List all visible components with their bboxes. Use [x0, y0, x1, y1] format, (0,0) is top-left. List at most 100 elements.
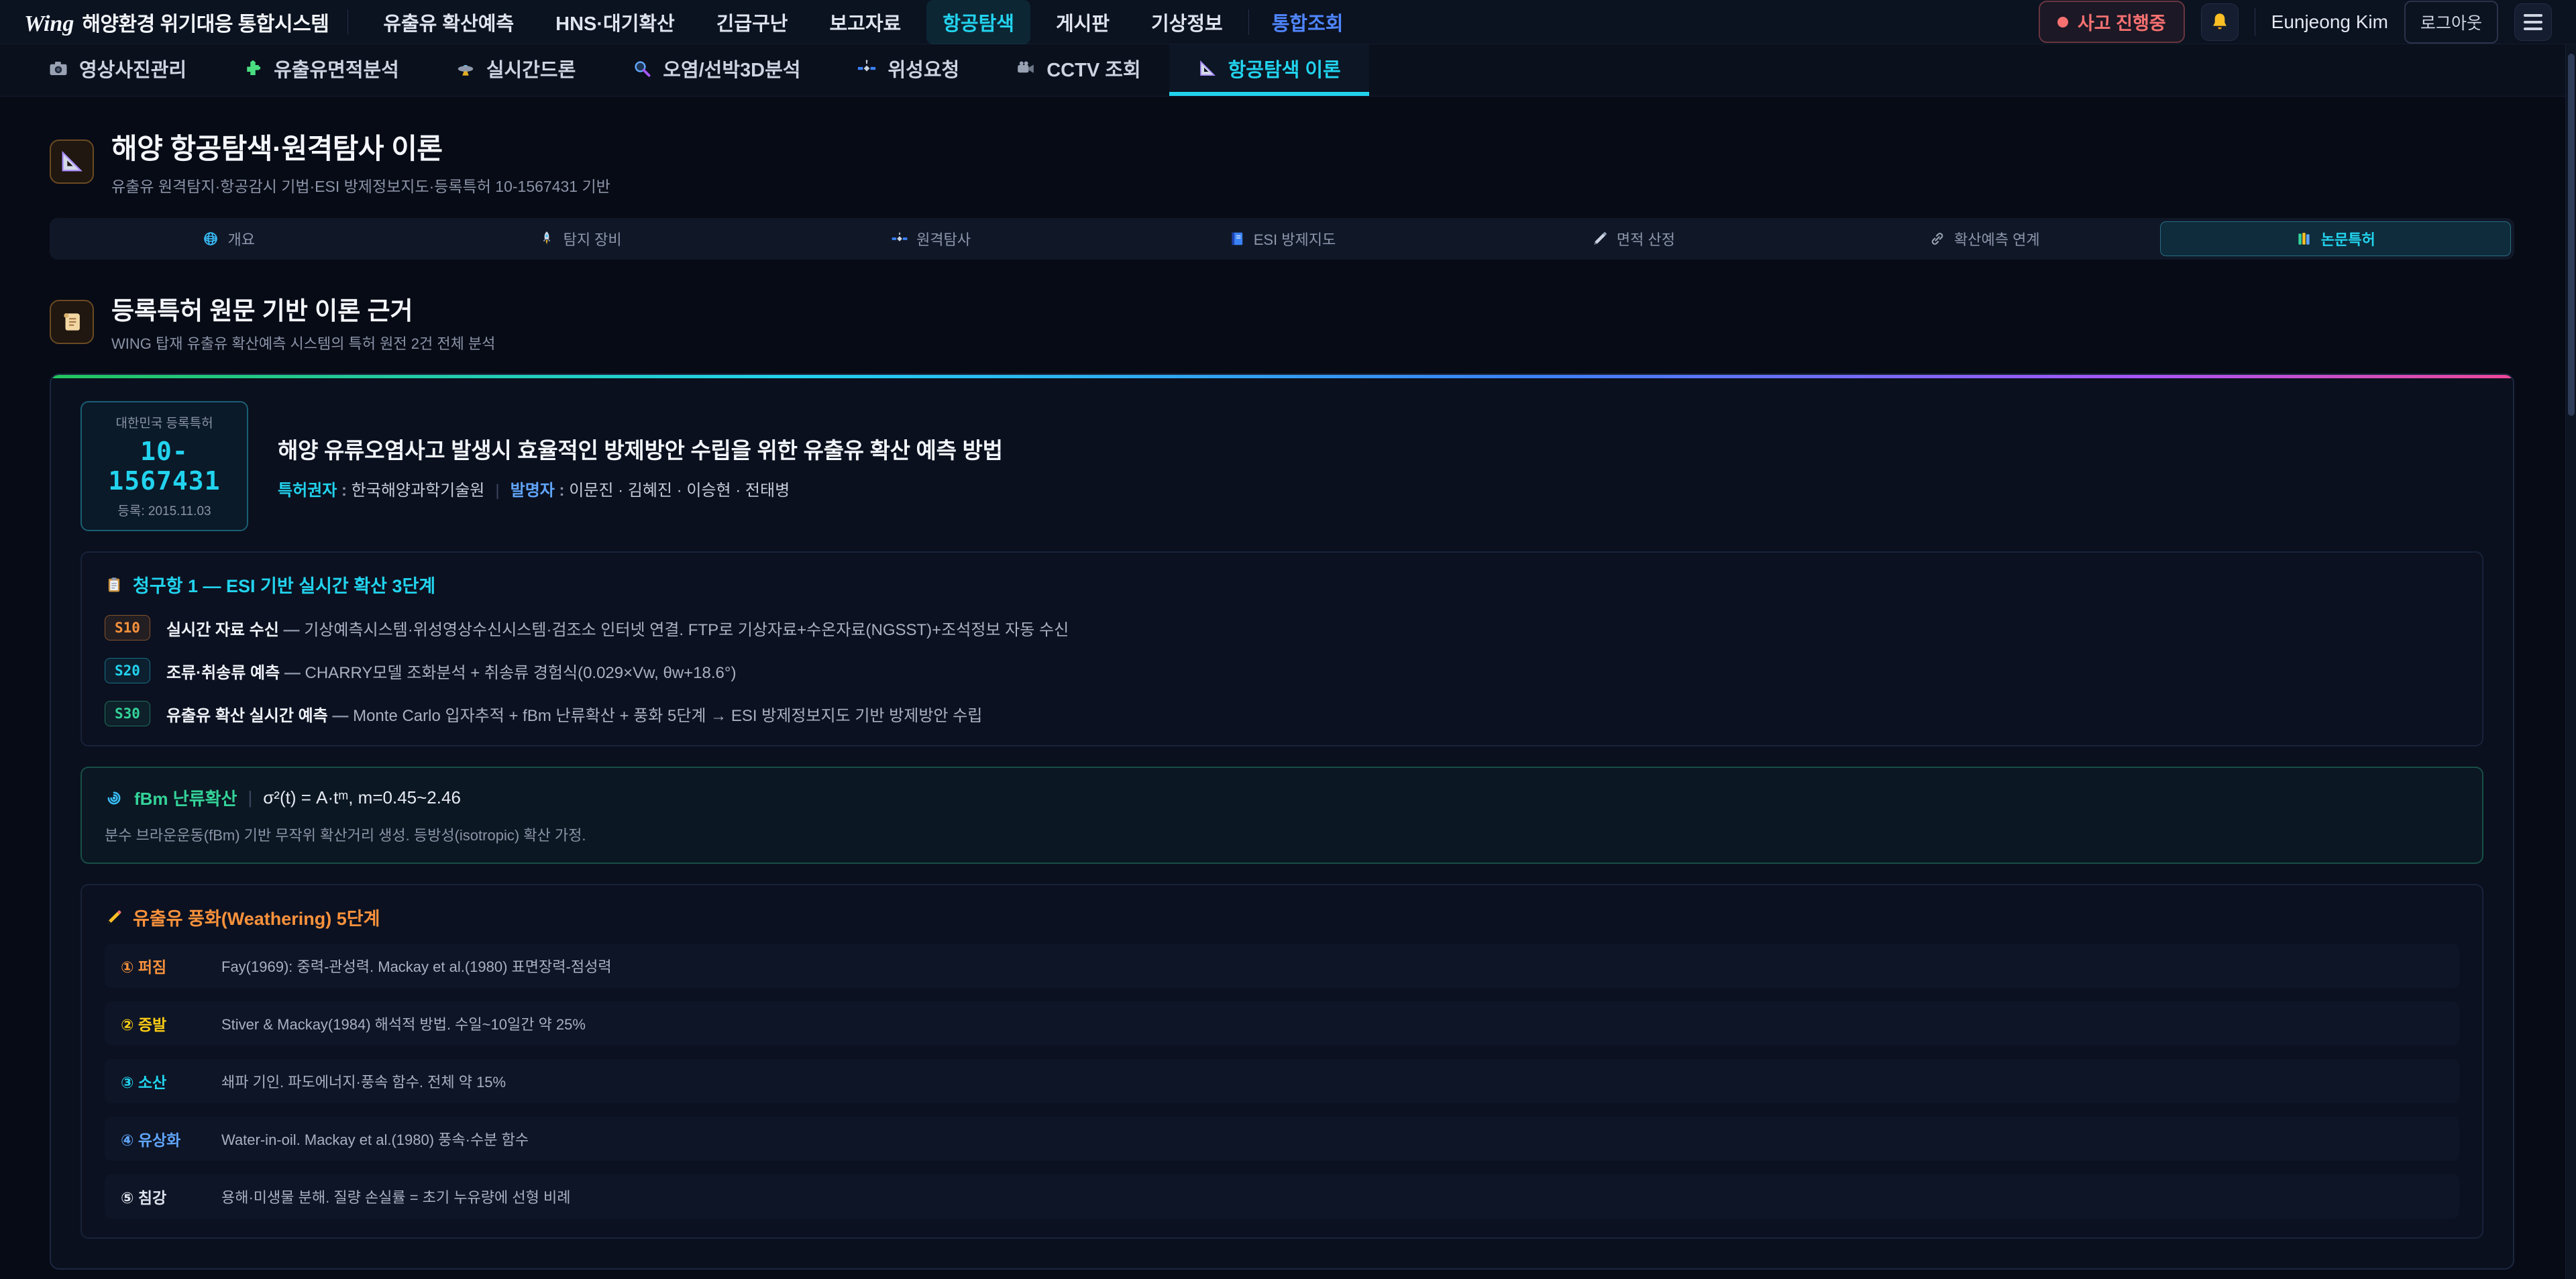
topnav-right: 사고 진행중 Eunjeong Kim 로그아웃: [2039, 1, 2552, 44]
section-subtitle: WING 탑재 유출유 확산예측 시스템의 특허 원전 2건 전체 분석: [111, 332, 495, 353]
divider: [347, 9, 348, 35]
hamburger-menu-button[interactable]: [2514, 3, 2552, 41]
link-icon: [1929, 230, 1946, 247]
page-scrollbar[interactable]: [2565, 44, 2576, 1279]
magnifier-icon: [632, 58, 652, 78]
inventors-label: 발명자: [511, 482, 570, 500]
books-icon: [2296, 230, 2313, 247]
patent-number-badge: 대한민국 등록특허 10-1567431 등록: 2015.11.03: [80, 401, 248, 531]
patent-number: 10-1567431: [89, 437, 240, 496]
hamburger-icon: [2524, 14, 2542, 17]
fbm-formula: σ²(t) = A·tᵐ, m=0.45~2.46: [263, 787, 461, 808]
subnav-cctv-view[interactable]: CCTV 조회: [987, 44, 1169, 96]
owner-value: 한국해양과학기술원: [352, 482, 485, 500]
app-title: 해양환경 위기대응 통합시스템: [82, 7, 329, 37]
clipboard-icon: [105, 575, 123, 594]
subnav-image-photo-mgmt[interactable]: 영상사진관리: [20, 44, 215, 96]
set-square-icon: [1197, 58, 1218, 78]
patent-title: 해양 유류오염사고 발생시 효율적인 방제방안 수립을 위한 유출유 확산 예측…: [278, 433, 1003, 465]
weathering-row: ④ 유상화 Water-in-oil. Mackay et al.(1980) …: [105, 1117, 2459, 1161]
incident-dot-icon: [2057, 17, 2068, 27]
logout-button[interactable]: 로그아웃: [2404, 1, 2498, 44]
menu-reports[interactable]: 보고자료: [813, 0, 917, 44]
section-title: 등록특허 원문 기반 이론 근거: [111, 290, 495, 327]
step-badge: S10: [105, 615, 150, 641]
tab-remote-sensing[interactable]: 원격탐사: [755, 221, 1106, 256]
logo-wing-mark: Wing: [24, 11, 74, 37]
fbm-description: 분수 브라운운동(fBm) 기반 무작위 확산거리 생성. 등방성(isotro…: [105, 824, 2459, 845]
menu-oil-spill-forecast[interactable]: 유출유 확산예측: [367, 0, 530, 44]
weathering-row: ① 퍼짐 Fay(1969): 중력-관성력. Mackay et al.(19…: [105, 944, 2459, 988]
set-square-icon: [58, 148, 85, 175]
patent-header: 대한민국 등록특허 10-1567431 등록: 2015.11.03 해양 유…: [80, 401, 2483, 531]
section-header: 등록특허 원문 기반 이론 근거 WING 탑재 유출유 확산예측 시스템의 특…: [50, 290, 2514, 353]
menu-weather-info[interactable]: 기상정보: [1135, 0, 1239, 44]
book-icon: [1228, 230, 1246, 247]
owner-label: 특허권자: [278, 482, 352, 500]
camcorder-icon: [1016, 58, 1036, 78]
menu-integrated-search[interactable]: 통합조회: [1258, 0, 1357, 44]
tab-esi-map[interactable]: ESI 방제지도: [1106, 221, 1457, 256]
camera-icon: [48, 58, 68, 78]
pencil-icon: [1591, 230, 1609, 247]
bell-icon: [2208, 11, 2231, 34]
user-name: Eunjeong Kim: [2271, 11, 2388, 33]
scroll-icon: [59, 309, 85, 335]
weathering-row: ⑤ 침강 용해·미생물 분해. 질량 손실률 = 초기 누유량에 선형 비례: [105, 1174, 2459, 1219]
weathering-row: ③ 소산 쇄파 기인. 파도에너지·풍속 함수. 전체 약 15%: [105, 1059, 2459, 1103]
page-icon-box: [50, 140, 94, 184]
top-navigation: Wing 해양환경 위기대응 통합시스템 유출유 확산예측 HNS·대기확산 긴…: [0, 0, 2576, 44]
subnav-pollution-ship-3d[interactable]: 오염/선박3D분석: [604, 44, 828, 96]
drone-ufo-icon: [455, 58, 476, 78]
tab-area-calculation[interactable]: 면적 산정: [1458, 221, 1809, 256]
fbm-title: fBm 난류확산: [134, 785, 237, 810]
tab-diffusion-link[interactable]: 확산예측 연계: [1809, 221, 2159, 256]
weathering-title: 유출유 풍화(Weathering) 5단계: [133, 904, 380, 930]
claim-box: 청구항 1 — ESI 기반 실시간 확산 3단계 S10 실시간 자료 수신기…: [80, 551, 2483, 746]
section-tabs: 개요 탐지 장비 원격탐사 ESI 방제지도 면적 산정 확산예측 연계 논문특…: [50, 218, 2514, 260]
sub-navigation: 영상사진관리 유출유면적분석 실시간드론 오염/선박3D분석 위성요청 CCTV…: [0, 44, 2576, 97]
fbm-box: fBm 난류확산 | σ²(t) = A·tᵐ, m=0.45~2.46 분수 …: [80, 767, 2483, 864]
claim-step: S10 실시간 자료 수신기상예측시스템·위성영상수신시스템·검조소 인터넷 연…: [105, 615, 2459, 641]
menu-emergency-rescue[interactable]: 긴급구난: [700, 0, 804, 44]
claim-title: 청구항 1 — ESI 기반 실시간 확산 3단계: [133, 571, 435, 598]
tab-overview[interactable]: 개요: [53, 221, 404, 256]
weathering-row: ② 증발 Stiver & Mackay(1984) 해석적 방법. 수일~10…: [105, 1001, 2459, 1046]
incident-status-badge[interactable]: 사고 진행중: [2039, 1, 2185, 43]
menu-board[interactable]: 게시판: [1040, 0, 1126, 44]
weathering-box: 유출유 풍화(Weathering) 5단계 ① 퍼짐 Fay(1969): 중…: [80, 884, 2483, 1239]
step-badge: S30: [105, 701, 150, 726]
subnav-realtime-drone[interactable]: 실시간드론: [427, 44, 604, 96]
patent-meta: 특허권자한국해양과학기술원|발명자이문진 · 김혜진 · 이승현 · 전태병: [278, 477, 1003, 500]
puzzle-icon: [243, 58, 263, 78]
step-badge: S20: [105, 658, 150, 683]
menu-aerial-search[interactable]: 항공탐색: [926, 0, 1030, 44]
page-content: 해양 항공탐색·원격탐사 이론 유출유 원격탐지·항공감시 기법·ESI 방제정…: [0, 97, 2576, 1279]
section-icon-box: [50, 300, 94, 344]
scrollbar-thumb[interactable]: [2568, 54, 2575, 416]
incident-label: 사고 진행중: [2078, 9, 2166, 35]
page-subtitle: 유출유 원격탐지·항공감시 기법·ESI 방제정보지도·등록특허 10-1567…: [111, 174, 610, 197]
cyclone-icon: [105, 789, 123, 808]
menu-hns-diffusion[interactable]: HNS·대기확산: [539, 0, 691, 44]
rocket-icon: [538, 230, 555, 247]
patent-registered-date: 등록: 2015.11.03: [89, 501, 240, 519]
satellite-icon: [857, 58, 877, 78]
page-title: 해양 항공탐색·원격탐사 이론: [111, 126, 610, 167]
subnav-oil-area-analysis[interactable]: 유출유면적분석: [215, 44, 427, 96]
tab-papers-patents[interactable]: 논문특허: [2160, 221, 2511, 256]
claim-step: S30 유출유 확산 실시간 예측Monte Carlo 입자추적 + fBm …: [105, 701, 2459, 726]
notification-button[interactable]: [2201, 3, 2239, 41]
subnav-satellite-request[interactable]: 위성요청: [828, 44, 987, 96]
satellite-icon: [891, 230, 908, 247]
tab-detection-equipment[interactable]: 탐지 장비: [404, 221, 755, 256]
subnav-aerial-search-theory[interactable]: 항공탐색 이론: [1169, 44, 1369, 96]
app-logo[interactable]: Wing 해양환경 위기대응 통합시스템: [24, 7, 329, 37]
inventors-value: 이문진 · 김혜진 · 이승현 · 전태병: [569, 482, 790, 500]
page-header: 해양 항공탐색·원격탐사 이론 유출유 원격탐지·항공감시 기법·ESI 방제정…: [50, 126, 2514, 197]
main-menu: 유출유 확산예측 HNS·대기확산 긴급구난 보고자료 항공탐색 게시판 기상정…: [367, 0, 1356, 44]
claim-step: S20 조류·취송류 예측CHARRY모델 조화분석 + 취송류 경험식(0.0…: [105, 658, 2459, 683]
pencil-icon: [105, 908, 123, 927]
globe-icon: [202, 230, 219, 247]
patent-card-1: 대한민국 등록특허 10-1567431 등록: 2015.11.03 해양 유…: [50, 374, 2514, 1270]
